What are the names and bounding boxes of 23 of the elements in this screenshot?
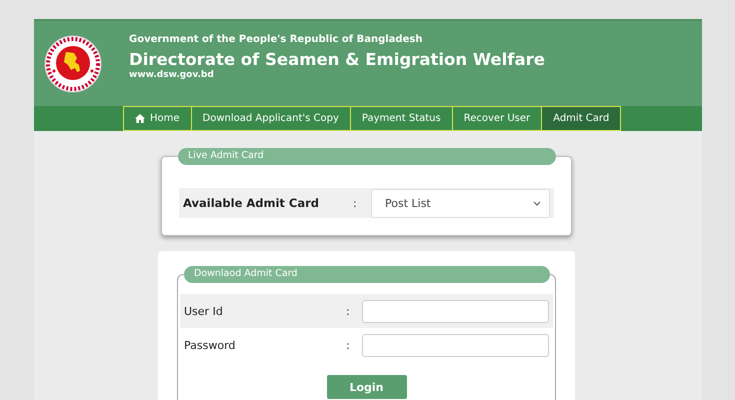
nav-tab[interactable]: Recover User <box>452 106 542 131</box>
input-field[interactable] <box>362 300 549 322</box>
field-label: Available Admit Card <box>183 196 320 210</box>
site-title: Directorate of Seamen & Emigration Welfare <box>129 50 545 68</box>
chevron-icon <box>533 200 541 206</box>
colon: : <box>346 304 351 318</box>
home-icon <box>135 114 145 123</box>
input-field[interactable] <box>362 334 549 356</box>
panel-legend: Live Admit Card <box>178 148 556 165</box>
nav-tab[interactable]: Home <box>123 106 192 131</box>
nav-tab[interactable]: Payment Status <box>350 106 453 131</box>
login-button[interactable]: Login <box>326 375 406 399</box>
nav-tab[interactable]: Admit Card <box>541 106 622 131</box>
post-select[interactable]: Post List <box>371 188 550 218</box>
colon: : <box>353 196 358 210</box>
government-name: Government of the People's Republic of Bangladesh <box>129 34 424 44</box>
nav-tab[interactable]: Download Applicant's Copy <box>190 106 351 131</box>
logo <box>44 34 102 92</box>
website-url: www.dsw.gov.bd <box>129 70 215 80</box>
field-label: Password <box>184 338 236 352</box>
colon: : <box>346 338 351 352</box>
panel-legend: Downlaod Admit Card <box>184 266 550 283</box>
field-label: User Id <box>184 304 224 318</box>
